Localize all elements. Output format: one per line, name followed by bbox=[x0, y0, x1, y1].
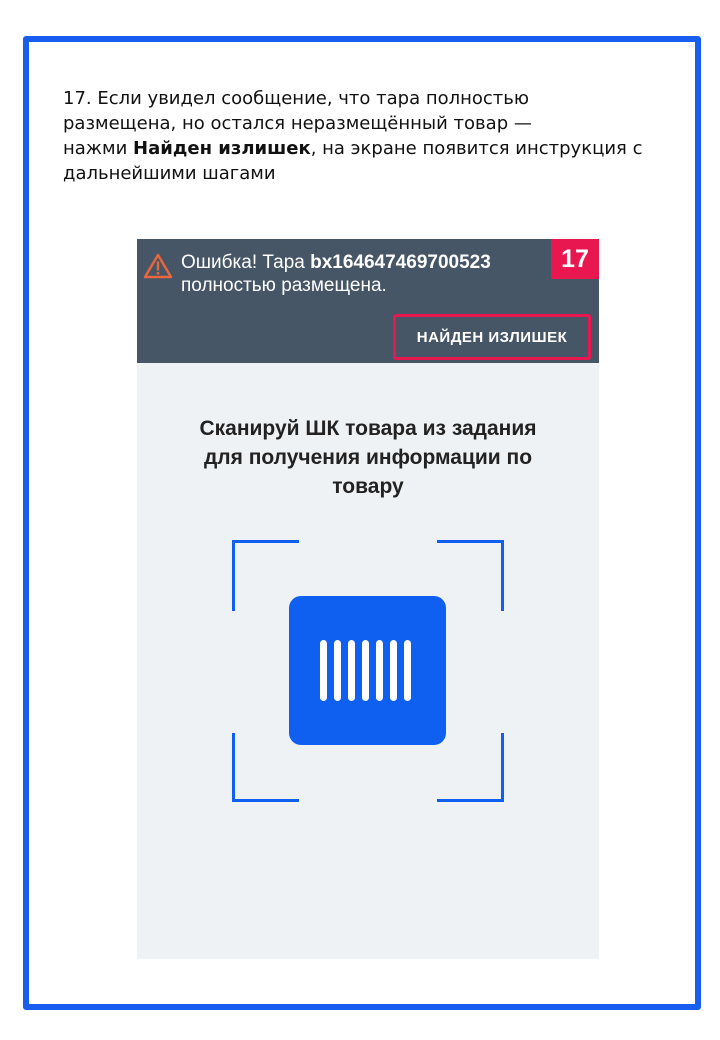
scan-instruction: Сканируй ШК товара из задания для получе… bbox=[167, 414, 569, 501]
error-line-1: Ошибка! Тара bx164647469700523 bbox=[181, 251, 551, 274]
warning-icon bbox=[143, 253, 173, 279]
phone-screen: Ошибка! Тара bx164647469700523 полностью… bbox=[137, 239, 599, 959]
error-prefix: Ошибка! Тара bbox=[181, 252, 311, 273]
instruction-line-4: дальнейшими шагами bbox=[63, 163, 276, 184]
container-code: bx164647469700523 bbox=[310, 252, 491, 273]
barcode-scan-icon bbox=[232, 540, 504, 802]
instruction-frame: 17. Если увидел сообщение, что тара полн… bbox=[23, 36, 701, 1010]
error-line-2: полностью размещена. bbox=[181, 275, 387, 296]
instruction-line-3-prefix: нажми bbox=[63, 138, 134, 159]
instruction-line-2: размещена, но остался неразмещённый това… bbox=[63, 113, 532, 134]
scan-line-3: товару bbox=[332, 475, 404, 498]
instruction-text: 17. Если увидел сообщение, что тара полн… bbox=[63, 86, 678, 186]
error-banner: Ошибка! Тара bx164647469700523 полностью… bbox=[137, 239, 599, 363]
scan-line-2: для получения информации по bbox=[203, 446, 533, 469]
scan-line-1: Сканируй ШК товара из задания bbox=[199, 417, 537, 440]
instruction-line-3: нажми Найден излишек, на экране появится… bbox=[63, 136, 678, 161]
instruction-highlight: Найден излишек bbox=[133, 138, 311, 159]
found-surplus-button[interactable]: НАЙДЕН ИЗЛИШЕК bbox=[393, 314, 591, 360]
instruction-line-1: 17. Если увидел сообщение, что тара полн… bbox=[63, 88, 530, 109]
instruction-line-3-suffix: , на экране появится инструкция с bbox=[310, 138, 643, 159]
step-badge: 17 bbox=[551, 239, 599, 279]
error-message: Ошибка! Тара bx164647469700523 полностью… bbox=[181, 251, 551, 297]
